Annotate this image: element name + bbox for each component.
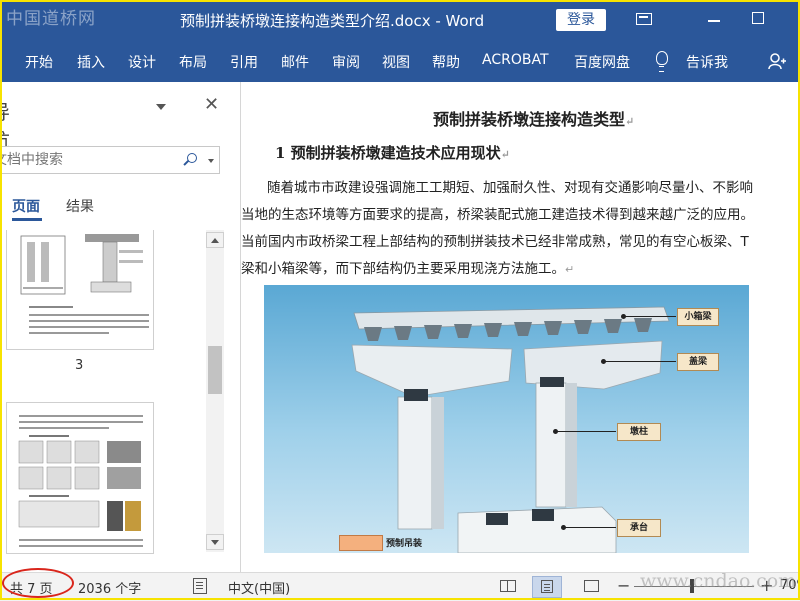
document-title: 预制拼装桥墩连接构造类型介绍.docx - Word bbox=[180, 12, 485, 30]
paragraph-mark-icon: ↵ bbox=[500, 148, 510, 161]
page-thumbnail-number: 3 bbox=[75, 358, 84, 373]
scroll-up-arrow-icon[interactable] bbox=[206, 232, 224, 248]
tab-insert[interactable]: 插入 bbox=[77, 52, 105, 72]
zoom-out-icon[interactable]: − bbox=[617, 576, 630, 595]
proofing-icon[interactable] bbox=[193, 578, 207, 594]
tab-design[interactable]: 设计 bbox=[128, 52, 156, 72]
scroll-down-arrow-icon[interactable] bbox=[206, 534, 224, 550]
share-user-icon[interactable] bbox=[768, 52, 786, 70]
page-count-highlight-ring bbox=[2, 568, 74, 598]
language-indicator[interactable]: 中文(中国) bbox=[228, 578, 290, 597]
bridge-pier-figure[interactable]: 小箱梁 盖梁 墩柱 承台 预制吊装 bbox=[264, 285, 749, 553]
page-thumbnail-3-preview bbox=[20, 234, 149, 334]
ribbon-display-options-icon[interactable] bbox=[636, 13, 652, 25]
tab-references[interactable]: 引用 bbox=[230, 52, 258, 72]
paragraph-line-text: 梁和小箱梁等，而下部结构仍主要采用现浇方法施工。 bbox=[241, 261, 565, 277]
legend-swatch-prefab bbox=[339, 535, 383, 551]
paragraph-line: 随着城市市政建设强调施工工期短、加强耐久性、对现有交通影响尽量小、不影响 bbox=[267, 180, 753, 196]
document-subheading-text: 1 预制拼装桥墩建造技术应用现状 bbox=[275, 144, 501, 162]
tab-results[interactable]: 结果 bbox=[66, 196, 94, 216]
tab-baidu-netdisk[interactable]: 百度网盘 bbox=[574, 52, 630, 72]
label-box-girder: 小箱梁 bbox=[677, 308, 719, 326]
tell-me-box[interactable]: 告诉我 bbox=[686, 52, 728, 72]
paragraph-line: 当地的生态环境等方面要求的提高，桥梁装配式施工建造技术得到越来越广泛的应用。 bbox=[241, 207, 754, 223]
label-cap-beam: 盖梁 bbox=[677, 353, 719, 371]
print-layout-icon bbox=[541, 580, 553, 593]
tab-acrobat[interactable]: ACROBAT bbox=[482, 52, 549, 68]
site-logo-watermark: 中国道桥网 bbox=[6, 9, 96, 29]
read-mode-icon[interactable] bbox=[500, 580, 516, 592]
document-heading: 预制拼装桥墩连接构造类型↵ bbox=[433, 106, 634, 130]
tab-pages[interactable]: 页面 bbox=[12, 196, 40, 216]
print-layout-button[interactable] bbox=[532, 576, 562, 598]
callout-leader-line bbox=[564, 527, 616, 528]
search-icon[interactable] bbox=[187, 153, 197, 163]
web-layout-icon[interactable] bbox=[584, 580, 599, 592]
paragraph-mark-icon: ↵ bbox=[565, 263, 575, 276]
callout-anchor bbox=[561, 525, 566, 530]
navigation-search-box[interactable] bbox=[0, 146, 220, 174]
word-count[interactable]: 2036 个字 bbox=[78, 578, 141, 597]
document-heading-text: 预制拼装桥墩连接构造类型 bbox=[433, 110, 626, 129]
tab-home[interactable]: 开始 bbox=[25, 52, 53, 72]
tab-view[interactable]: 视图 bbox=[382, 52, 410, 72]
paragraph-line: 梁和小箱梁等，而下部结构仍主要采用现浇方法施工。↵ bbox=[241, 257, 574, 277]
tab-mailings[interactable]: 邮件 bbox=[281, 52, 309, 72]
login-button[interactable]: 登录 bbox=[556, 9, 606, 31]
page-thumbnail-4[interactable] bbox=[6, 402, 154, 554]
title-bar: 中国道桥网 预制拼装桥墩连接构造类型介绍.docx - Word 登录 bbox=[0, 0, 800, 40]
site-watermark: www.cndao.com bbox=[640, 570, 797, 592]
close-icon[interactable]: ✕ bbox=[204, 96, 219, 114]
maximize-icon[interactable] bbox=[752, 12, 764, 24]
tab-layout[interactable]: 布局 bbox=[179, 52, 207, 72]
callout-anchor bbox=[601, 359, 606, 364]
page-thumbnail-4-preview bbox=[18, 415, 143, 547]
navigation-scrollbar-thumb[interactable] bbox=[208, 346, 222, 394]
legend-label-prefab: 预制吊装 bbox=[386, 539, 423, 549]
document-subheading: 1 预制拼装桥墩建造技术应用现状↵ bbox=[275, 142, 510, 163]
lightbulb-icon[interactable] bbox=[656, 51, 668, 72]
ribbon-tabs: 开始 插入 设计 布局 引用 邮件 审阅 视图 帮助 ACROBAT 百度网盘 … bbox=[0, 40, 800, 82]
page-thumbnail-3[interactable] bbox=[6, 230, 154, 350]
label-pier-column: 墩柱 bbox=[617, 423, 661, 441]
search-options-chevron-icon[interactable] bbox=[208, 159, 214, 163]
callout-anchor bbox=[553, 429, 558, 434]
navigation-search-input[interactable] bbox=[1, 150, 149, 170]
tab-help[interactable]: 帮助 bbox=[432, 52, 460, 72]
tab-pages-indicator bbox=[12, 218, 42, 221]
tab-review[interactable]: 审阅 bbox=[332, 52, 360, 72]
callout-anchor bbox=[621, 314, 626, 319]
paragraph-line: 当前国内市政桥梁工程上部结构的预制拼装技术已经非常成熟，常见的有空心板梁、T bbox=[241, 234, 749, 250]
paragraph-mark-icon: ↵ bbox=[625, 115, 635, 128]
callout-leader-line bbox=[556, 431, 616, 432]
chevron-down-icon[interactable] bbox=[156, 104, 166, 110]
navigation-pane: 导航 ✕ 页面 结果 3 bbox=[0, 82, 241, 572]
label-pile-cap: 承台 bbox=[617, 519, 661, 537]
document-canvas[interactable]: 预制拼装桥墩连接构造类型↵ 1 预制拼装桥墩建造技术应用现状↵ 随着城市市政建设… bbox=[241, 82, 800, 572]
minimize-icon[interactable] bbox=[708, 20, 720, 22]
callout-leader-line bbox=[624, 316, 676, 317]
callout-leader-line bbox=[604, 361, 676, 362]
